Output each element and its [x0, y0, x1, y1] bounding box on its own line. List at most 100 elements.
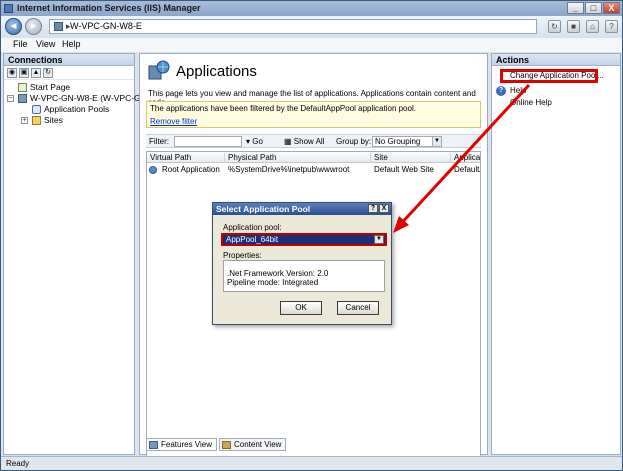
expand-icon[interactable]: + [21, 117, 28, 124]
filter-label: Filter: [149, 137, 169, 146]
connections-tree: Start Page − W-VPC-GN-W8-E (W-VPC-GN-W8-… [4, 80, 180, 126]
connections-toolbar: ◉ ▣ ▲ ↻ [4, 66, 134, 80]
properties-box: .Net Framework Version: 2.0 Pipeline mod… [223, 260, 385, 292]
show-all-button[interactable]: ▦ Show All [284, 137, 324, 146]
column-physical-path[interactable]: Physical Path [225, 153, 371, 163]
group-by-value: No Grouping [375, 137, 421, 146]
tree-item-sites[interactable]: + Sites [4, 115, 134, 126]
tree-item-label: Sites [44, 115, 63, 125]
connect-icon[interactable]: ◉ [7, 67, 17, 78]
application-pool-label: Application pool: [223, 223, 282, 232]
column-site[interactable]: Site [371, 153, 451, 163]
framework-version: .Net Framework Version: 2.0 [227, 269, 329, 278]
tab-features-view[interactable]: Features View [146, 438, 217, 451]
cell-physical-path: %SystemDrive%\inetpub\wwwroot [228, 165, 350, 174]
show-all-label: Show All [293, 137, 325, 146]
grid-header: Virtual Path Physical Path Site Applicat… [147, 152, 480, 163]
up-icon[interactable]: ▲ [31, 67, 41, 78]
features-view-icon [149, 441, 158, 449]
help-icon[interactable]: ? [605, 20, 618, 33]
refresh-icon[interactable]: ↻ [548, 20, 561, 33]
menu-bar: File View Help [1, 38, 622, 52]
status-text: Ready [6, 459, 30, 468]
application-pool-value: AppPool_64bit [226, 235, 279, 244]
stop-icon[interactable]: ■ [567, 20, 580, 33]
iis-manager-window: Internet Information Services (IIS) Mana… [0, 0, 623, 471]
cancel-button[interactable]: Cancel [337, 301, 379, 315]
application-pool-select[interactable]: AppPool_64bit ▼ [221, 233, 387, 246]
cell-site: Default Web Site [374, 165, 434, 174]
home-icon[interactable]: ⌂ [586, 20, 599, 33]
server-icon [54, 22, 63, 31]
actions-header: Actions [492, 54, 620, 66]
tab-label: Features View [161, 440, 212, 449]
tree-item-application-pools[interactable]: Application Pools [4, 104, 134, 115]
actions-panel: Actions Change Application Pool... ? Hel… [491, 53, 621, 455]
minimize-button[interactable]: _ [567, 2, 584, 14]
tree-item-label: Start Page [30, 82, 71, 92]
tree-item-start-page[interactable]: Start Page [4, 82, 134, 93]
view-tabs: Features View Content View [146, 438, 287, 452]
ok-button[interactable]: OK [280, 301, 322, 315]
go-button[interactable]: ▾ Go [246, 137, 263, 146]
sites-folder-icon [32, 116, 41, 125]
filter-bar: Filter: ▾ Go ▦ Show All Group by: No Gro… [146, 134, 481, 148]
help-link[interactable]: ? Help [492, 85, 620, 97]
tab-content-view[interactable]: Content View [219, 438, 287, 451]
help-icon: ? [496, 86, 506, 96]
group-by-select[interactable]: No Grouping ▼ [372, 136, 442, 147]
connections-panel: Connections ◉ ▣ ▲ ↻ Start Page − W-VPC-G… [3, 53, 180, 455]
group-by-label: Group by: [336, 137, 372, 146]
maximize-button[interactable]: □ [585, 2, 602, 14]
table-row[interactable]: Root Application %SystemDrive%\inetpub\w… [147, 164, 480, 175]
forward-button[interactable]: ► [25, 18, 42, 35]
applications-icon [148, 60, 170, 80]
window-title: Internet Information Services (IIS) Mana… [17, 3, 201, 13]
chevron-down-icon[interactable]: ▼ [374, 235, 384, 244]
dialog-help-button[interactable]: ? [368, 204, 378, 213]
address-bar: ◄ ► ▸ W-VPC-GN-W8-E ↻ ■ ⌂ ? [1, 16, 622, 38]
collapse-icon[interactable]: − [7, 95, 14, 102]
close-button[interactable]: X [603, 2, 620, 14]
tree-item-server[interactable]: − W-VPC-GN-W8-E (W-VPC-GN-W8-E\... [4, 93, 180, 104]
go-icon: ▾ [246, 137, 251, 146]
status-bar: Ready [1, 456, 622, 470]
help-label: Help [510, 86, 527, 95]
breadcrumb-separator: ▸ [66, 21, 71, 31]
chevron-down-icon[interactable]: ▼ [432, 137, 441, 146]
pipeline-mode: Pipeline mode: Integrated [227, 278, 319, 287]
menu-view[interactable]: View [36, 39, 55, 49]
menu-help[interactable]: Help [62, 39, 81, 49]
column-virtual-path[interactable]: Virtual Path [147, 153, 225, 163]
remove-filter-link[interactable]: Remove filter [150, 117, 477, 126]
tree-item-label: Application Pools [44, 104, 110, 114]
filter-info-text: The applications have been filtered by t… [150, 104, 416, 113]
server-icon [18, 94, 27, 103]
show-all-icon: ▦ [284, 137, 292, 146]
cell-virtual-path: Root Application [147, 165, 225, 174]
iis-app-icon [4, 4, 13, 13]
select-application-pool-dialog: Select Application Pool ? X Application … [212, 202, 392, 325]
dialog-title-bar: Select Application Pool ? X [213, 203, 391, 215]
tab-label: Content View [234, 440, 282, 449]
menu-file[interactable]: File [13, 39, 28, 49]
back-button[interactable]: ◄ [5, 18, 22, 35]
online-help-link[interactable]: Online Help [492, 97, 620, 109]
dialog-title: Select Application Pool [216, 204, 311, 214]
breadcrumb-server[interactable]: W-VPC-GN-W8-E [70, 21, 142, 31]
application-pools-icon [32, 105, 41, 114]
properties-label: Properties: [223, 251, 262, 260]
dialog-close-button[interactable]: X [379, 204, 389, 213]
cell-application-pool: DefaultA [454, 165, 480, 174]
filter-info-bar: The applications have been filtered by t… [146, 101, 481, 128]
filter-input[interactable] [174, 136, 242, 147]
virtual-path-text: Root Application [162, 165, 220, 174]
address-box[interactable]: ▸ W-VPC-GN-W8-E [49, 19, 537, 34]
go-label: Go [252, 137, 263, 146]
save-icon[interactable]: ▣ [19, 67, 29, 78]
content-view-icon [222, 441, 231, 449]
column-application-pool[interactable]: Applicatio [451, 153, 480, 163]
refresh-icon[interactable]: ↻ [43, 67, 53, 78]
globe-icon [149, 166, 157, 174]
start-page-icon [18, 83, 27, 92]
